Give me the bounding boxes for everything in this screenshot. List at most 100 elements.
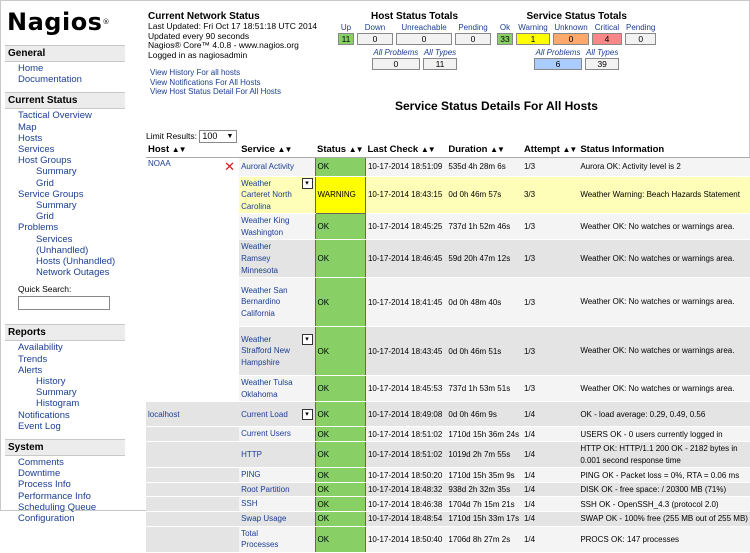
service-all-types-count[interactable]: 39 <box>585 58 620 70</box>
service-link[interactable]: Weather King Washington <box>241 215 297 238</box>
column-header-service[interactable]: Service ▲▼ <box>239 143 315 158</box>
service-link[interactable]: Weather San Bernardino California <box>241 285 297 320</box>
service-link[interactable]: Auroral Activity <box>241 161 297 173</box>
sidebar-item-process-info[interactable]: Process Info <box>18 479 125 490</box>
service-link[interactable]: Current Users <box>241 428 297 440</box>
sidebar-item-performance-info[interactable]: Performance Info <box>18 491 125 502</box>
service-notes-icon[interactable]: ▾ <box>301 333 313 345</box>
host-up-count[interactable]: 11 <box>338 33 354 45</box>
service-ok-label[interactable]: Ok <box>497 23 513 32</box>
sidebar-item-hosts-unhandled[interactable]: Hosts (Unhandled) <box>18 256 125 267</box>
column-header-attempt[interactable]: Attempt ▲▼ <box>521 143 579 158</box>
service-pending-label[interactable]: Pending <box>625 23 656 32</box>
service-critical-label[interactable]: Critical <box>592 23 622 32</box>
attempt-cell: 1/4 <box>521 401 579 428</box>
host-all-types-count[interactable]: 11 <box>422 58 458 70</box>
sidebar-item-summary[interactable]: Summary <box>18 200 125 211</box>
sidebar-item-network-outages[interactable]: Network Outages <box>18 267 125 278</box>
sidebar-item-alerts[interactable]: Alerts <box>18 365 125 376</box>
sidebar-item-services-unhandled[interactable]: Services (Unhandled) <box>18 234 125 256</box>
host-unreachable-count[interactable]: 0 <box>396 33 452 45</box>
service-link[interactable]: HTTP <box>241 449 297 461</box>
host-link[interactable]: localhost <box>148 410 180 419</box>
service-link[interactable]: Root Partition <box>241 484 297 496</box>
chevron-down-icon: ▼ <box>226 133 234 140</box>
sidebar-item-notifications[interactable]: Notifications <box>18 410 125 421</box>
sidebar-item-tactical-overview[interactable]: Tactical Overview <box>18 110 125 121</box>
service-critical-count[interactable]: 4 <box>592 33 622 45</box>
sidebar-item-trends[interactable]: Trends <box>18 354 125 365</box>
host-down-icon[interactable]: ✕ <box>224 159 235 175</box>
sidebar-item-histogram[interactable]: Histogram <box>18 398 125 409</box>
service-all-problems-count[interactable]: 6 <box>534 58 583 70</box>
sidebar-item-host-groups[interactable]: Host Groups <box>18 155 125 166</box>
table-row: Total Processes OK 10-17-2014 18:50:40 1706… <box>146 526 750 553</box>
table-row: PING OK 10-17-2014 18:50:20 1710d 15h 35m 9… <box>146 467 750 483</box>
service-link[interactable]: Weather Carteret North Carolina <box>241 178 297 213</box>
sidebar-item-scheduling-queue[interactable]: Scheduling Queue <box>18 502 125 513</box>
last-check-cell: 10-17-2014 18:51:09 <box>365 157 447 177</box>
sidebar-item-configuration[interactable]: Configuration <box>18 513 125 524</box>
host-down-count[interactable]: 0 <box>357 33 393 45</box>
host-all-types-label[interactable]: All Types <box>423 48 457 57</box>
host-all-problems-label[interactable]: All Problems <box>372 48 420 57</box>
column-header-status-information[interactable]: Status Information <box>578 143 750 158</box>
column-header-host[interactable]: Host ▲▼ <box>146 143 240 158</box>
service-warning-label[interactable]: Warning <box>516 23 550 32</box>
service-pending-count[interactable]: 0 <box>625 33 657 45</box>
sidebar-item-summary[interactable]: Summary <box>18 387 125 398</box>
column-header-status[interactable]: Status ▲▼ <box>315 143 366 158</box>
sidebar-item-home[interactable]: Home <box>18 63 125 74</box>
sidebar-item-hosts[interactable]: Hosts <box>18 133 125 144</box>
sidebar-item-summary[interactable]: Summary <box>18 166 125 177</box>
last-check-cell: 10-17-2014 18:51:02 <box>365 426 447 443</box>
service-unknown-label[interactable]: Unknown <box>553 23 589 32</box>
status-information-cell: USERS OK - 0 users currently logged in <box>578 426 750 443</box>
service-all-types-label[interactable]: All Types <box>585 48 619 57</box>
status-information-cell: Weather OK: No watches or warnings area. <box>578 213 750 241</box>
service-link[interactable]: Total Processes <box>241 528 297 551</box>
service-link[interactable]: Weather Tulsa Oklahoma <box>241 377 297 400</box>
sidebar-item-history[interactable]: History <box>18 376 125 387</box>
service-warning-count[interactable]: 1 <box>516 33 550 45</box>
sidebar-item-service-groups[interactable]: Service Groups <box>18 189 125 200</box>
service-link[interactable]: Weather Ramsey Minnesota <box>241 241 297 276</box>
sidebar-item-problems[interactable]: Problems <box>18 222 125 233</box>
host-pending-count[interactable]: 0 <box>455 33 491 45</box>
sidebar-item-grid[interactable]: Grid <box>18 211 125 222</box>
service-link[interactable]: Current Load <box>241 409 297 421</box>
service-unknown-count[interactable]: 0 <box>553 33 589 45</box>
link-view-history[interactable]: View History For all hosts <box>150 68 281 78</box>
link-view-host-status[interactable]: View Host Status Detail For All Hosts <box>150 87 281 97</box>
host-pending-label[interactable]: Pending <box>455 23 491 32</box>
service-link[interactable]: Swap Usage <box>241 513 297 525</box>
service-notes-icon[interactable]: ▾ <box>301 177 313 189</box>
host-up-label[interactable]: Up <box>338 23 354 32</box>
host-unreachable-label[interactable]: Unreachable <box>396 23 452 32</box>
column-header-last-check[interactable]: Last Check ▲▼ <box>365 143 447 158</box>
host-down-label[interactable]: Down <box>357 23 393 32</box>
sidebar-item-documentation[interactable]: Documentation <box>18 74 125 85</box>
sidebar-item-event-log[interactable]: Event Log <box>18 421 125 432</box>
host-cell <box>146 326 240 377</box>
sidebar-item-downtime[interactable]: Downtime <box>18 468 125 479</box>
table-row: Weather Tulsa Oklahoma OK 10-17-2014 18:45… <box>146 375 750 403</box>
link-view-notifications[interactable]: View Notifications For All Hosts <box>150 78 281 88</box>
sidebar-item-availability[interactable]: Availability <box>18 342 125 353</box>
service-notes-icon[interactable]: ▾ <box>301 408 313 420</box>
sidebar-item-comments[interactable]: Comments <box>18 457 125 468</box>
service-link[interactable]: SSH <box>241 498 297 510</box>
host-all-problems-count[interactable]: 0 <box>371 58 420 70</box>
service-ok-count[interactable]: 33 <box>497 33 513 45</box>
nagios-logo[interactable]: Nagios® <box>5 7 125 41</box>
sidebar-item-map[interactable]: Map <box>18 122 125 133</box>
quick-search-input[interactable] <box>18 296 110 311</box>
service-link[interactable]: PING <box>241 469 297 481</box>
column-header-duration[interactable]: Duration ▲▼ <box>446 143 522 158</box>
limit-results-select[interactable]: 100 ▼ <box>199 130 238 143</box>
sidebar-item-grid[interactable]: Grid <box>18 178 125 189</box>
sidebar-item-services[interactable]: Services <box>18 144 125 155</box>
service-link[interactable]: Weather Strafford New Hampshire <box>241 334 297 369</box>
service-all-problems-label[interactable]: All Problems <box>534 48 582 57</box>
host-link[interactable]: NOAA <box>148 159 171 168</box>
